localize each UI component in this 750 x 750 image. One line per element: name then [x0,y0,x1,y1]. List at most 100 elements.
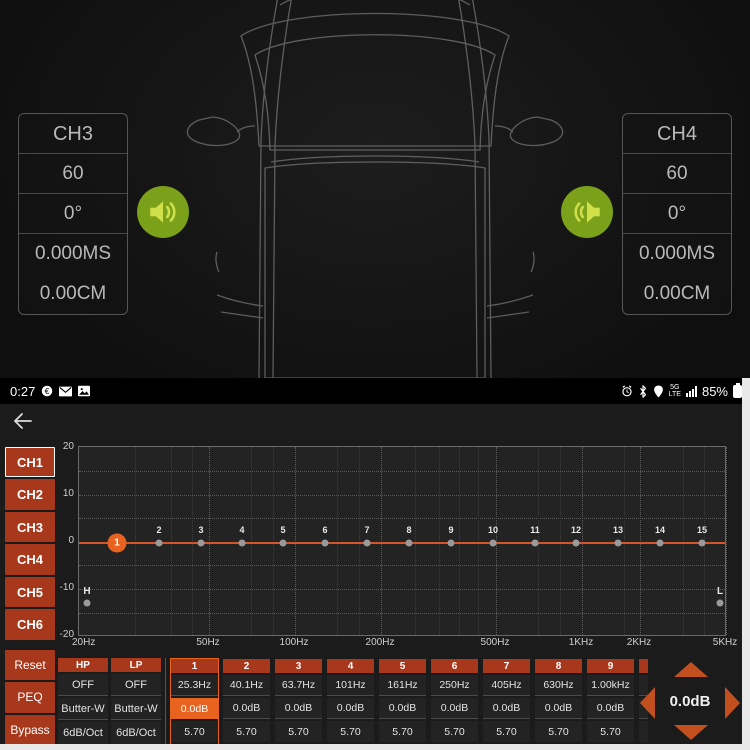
band-freq-7[interactable]: 405Hz [483,675,530,696]
lowpass-type[interactable]: Butter-W [111,698,161,720]
lowpass-slope[interactable]: 6dB/Oct [111,722,161,744]
band-freq-2[interactable]: 40.1Hz [223,675,270,696]
band-gain-3[interactable]: 0.0dB [275,698,322,719]
band-q-1[interactable]: 5.70 [171,721,218,742]
eq-node-7[interactable] [363,539,371,547]
eq-node-label-7: 7 [364,525,370,535]
band-q-8[interactable]: 5.70 [535,721,582,742]
sidebar-item-ch4[interactable]: CH4 [5,544,55,575]
highpass-type[interactable]: Butter-W [58,698,108,720]
highpass-state[interactable]: OFF [58,674,108,696]
eq-node-13[interactable] [614,539,622,547]
eq-node-3[interactable] [197,539,205,547]
highpass-column[interactable]: HP OFF Butter-W 6dB/Oct [58,658,108,750]
band-column-5[interactable]: 5 161Hz 0.0dB 5.70 [378,658,427,750]
table-divider [165,658,166,750]
band-gain-6[interactable]: 0.0dB [431,698,478,719]
eq-node-9[interactable] [447,539,455,547]
band-column-8[interactable]: 8 630Hz 0.0dB 5.70 [534,658,583,750]
band-column-2[interactable]: 2 40.1Hz 0.0dB 5.70 [222,658,271,750]
left-channel-name[interactable]: CH3 [19,114,127,154]
band-column-7[interactable]: 7 405Hz 0.0dB 5.70 [482,658,531,750]
lowpass-header: LP [111,658,161,672]
eq-node-10[interactable] [489,539,497,547]
band-q-2[interactable]: 5.70 [223,721,270,742]
location-icon [653,384,664,398]
band-gain-5[interactable]: 0.0dB [379,698,426,719]
band-column-6[interactable]: 6 250Hz 0.0dB 5.70 [430,658,479,750]
left-channel-delay-cm[interactable]: 0.00CM [19,274,127,314]
band-number-5: 5 [379,659,426,673]
network-type-sub: LTE [668,391,681,398]
band-gain-7[interactable]: 0.0dB [483,698,530,719]
reset-button[interactable]: Reset [5,649,55,681]
eq-node-6[interactable] [321,539,329,547]
bypass-button[interactable]: Bypass [5,714,55,746]
band-freq-8[interactable]: 630Hz [535,675,582,696]
band-column-9[interactable]: 9 1.00kHz 0.0dB 5.70 [586,658,635,750]
band-freq-4[interactable]: 101Hz [327,675,374,696]
x-tick-20hz: 20Hz [72,637,96,648]
band-gain-2[interactable]: 0.0dB [223,698,270,719]
speaker-icon-right[interactable] [561,186,613,238]
eq-node-label-12: 12 [570,525,582,535]
band-freq-5[interactable]: 161Hz [379,675,426,696]
triangle-down-icon[interactable] [674,725,708,740]
eq-plot-area[interactable]: H L 1 2 3 4 5 6 7 8 9 10 11 12 13 14 15 [78,446,727,636]
eq-node-12[interactable] [572,539,580,547]
channel-box-right[interactable]: CH4 60 0° 0.000MS 0.00CM [622,113,732,315]
band-column-3[interactable]: 3 63.7Hz 0.0dB 5.70 [274,658,323,750]
band-q-5[interactable]: 5.70 [379,721,426,742]
right-channel-phase[interactable]: 0° [623,194,731,234]
peq-button[interactable]: PEQ [5,682,55,713]
channel-box-left[interactable]: CH3 60 0° 0.000MS 0.00CM [18,113,128,315]
alarm-icon [621,385,633,397]
eq-node-1[interactable]: 1 [107,533,127,553]
band-q-4[interactable]: 5.70 [327,721,374,742]
band-columns: 1 25.3Hz 0.0dB 5.70 2 40.1Hz 0.0dB 5.70 … [170,658,648,750]
left-channel-level[interactable]: 60 [19,154,127,194]
band-q-9[interactable]: 5.70 [587,721,634,742]
left-channel-phase[interactable]: 0° [19,194,127,234]
eq-node-14[interactable] [656,539,664,547]
band-column-4[interactable]: 4 101Hz 0.0dB 5.70 [326,658,375,750]
highpass-slope[interactable]: 6dB/Oct [58,722,108,744]
eq-node-8[interactable] [405,539,413,547]
eq-node-label-8: 8 [406,525,412,535]
triangle-left-icon[interactable] [640,687,655,719]
eq-node-15[interactable] [698,539,706,547]
bluetooth-icon [638,384,648,398]
band-q-6[interactable]: 5.70 [431,721,478,742]
eq-graph[interactable]: 20 10 0 -10 -20 H L 1 2 3 4 5 6 7 8 9 10… [60,440,742,648]
eq-node-4[interactable] [238,539,246,547]
x-tick-1khz: 1KHz [568,637,594,648]
band-freq-9[interactable]: 1.00kHz [587,675,634,696]
band-freq-3[interactable]: 63.7Hz [275,675,322,696]
lowpass-state[interactable]: OFF [111,674,161,696]
eq-node-2[interactable] [155,539,163,547]
eq-node-5[interactable] [279,539,287,547]
right-channel-delay-ms[interactable]: 0.000MS [623,234,731,274]
band-gain-1[interactable]: 0.0dB [171,698,218,719]
lowpass-column[interactable]: LP OFF Butter-W 6dB/Oct [111,658,161,750]
band-gain-9[interactable]: 0.0dB [587,698,634,719]
band-number-6: 6 [431,659,478,673]
right-channel-name[interactable]: CH4 [623,114,731,154]
image-icon [78,385,91,397]
speaker-icon-left[interactable] [137,186,189,238]
right-channel-level[interactable]: 60 [623,154,731,194]
band-gain-4[interactable]: 0.0dB [327,698,374,719]
band-q-7[interactable]: 5.70 [483,721,530,742]
back-arrow-icon[interactable] [10,408,36,434]
band-column-1[interactable]: 1 25.3Hz 0.0dB 5.70 [170,658,219,750]
band-gain-8[interactable]: 0.0dB [535,698,582,719]
right-channel-delay-cm[interactable]: 0.00CM [623,274,731,314]
left-channel-delay-ms[interactable]: 0.000MS [19,234,127,274]
eq-node-11[interactable] [531,539,539,547]
triangle-right-icon[interactable] [725,687,740,719]
band-freq-6[interactable]: 250Hz [431,675,478,696]
triangle-up-icon[interactable] [674,662,708,677]
eq-node-label-3: 3 [198,525,204,535]
band-q-3[interactable]: 5.70 [275,721,322,742]
band-freq-1[interactable]: 25.3Hz [171,675,218,696]
